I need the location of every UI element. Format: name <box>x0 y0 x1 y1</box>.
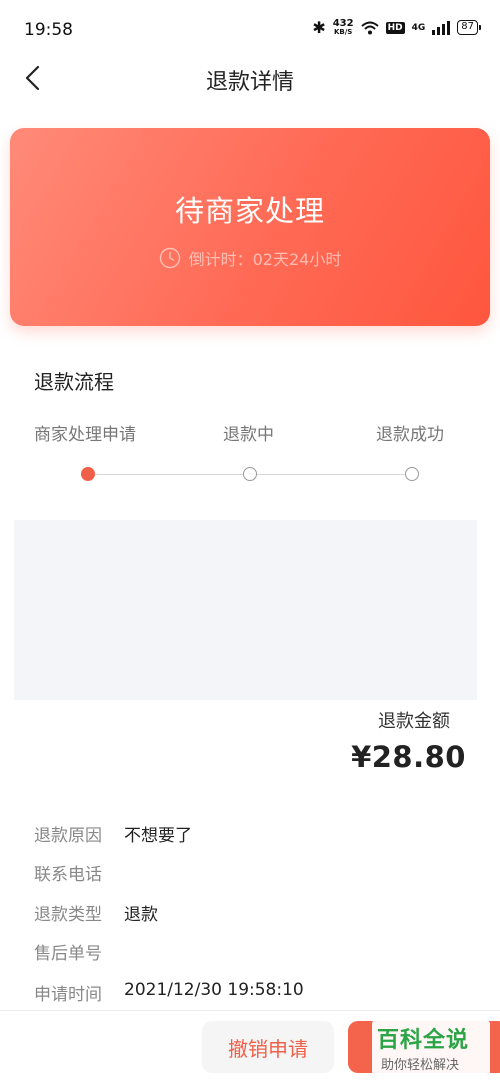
detail-row-apply-time: 申请时间 2021/12/30 19:58:10 <box>34 980 304 1005</box>
refund-status-card: 待商家处理 倒计时：02天24小时 <box>10 128 490 326</box>
step-dot-refunding <box>243 467 257 481</box>
detail-value: 退款 <box>124 905 158 925</box>
signal-icon <box>432 20 451 35</box>
detail-key: 联系电话 <box>34 865 102 885</box>
battery-icon: 87 <box>457 20 481 35</box>
watermark: 百科全说 助你轻松解决 <box>372 1020 490 1076</box>
countdown: 倒计时：02天24小时 <box>10 246 490 270</box>
page-title: 退款详情 <box>205 70 294 95</box>
detail-row-reason: 退款原因 不想要了 <box>34 821 192 846</box>
step-dot-merchant-processing <box>81 467 95 481</box>
network-type: 4G <box>411 22 426 33</box>
product-panel <box>14 520 477 700</box>
detail-key: 申请时间 <box>34 985 102 1005</box>
refund-flow-title: 退款流程 <box>34 370 114 394</box>
step-label-merchant-processing: 商家处理申请 <box>34 425 136 445</box>
battery-level: 87 <box>461 21 474 32</box>
step-label-refund-success: 退款成功 <box>376 425 444 445</box>
detail-value: 2021/12/30 19:58:10 <box>124 980 304 1000</box>
step-label-refunding: 退款中 <box>223 425 274 445</box>
detail-row-order-number: 售后单号 <box>34 939 124 964</box>
watermark-slogan: 助你轻松解决 <box>381 1058 460 1073</box>
detail-row-type: 退款类型 退款 <box>34 900 158 925</box>
detail-key: 退款类型 <box>34 905 102 925</box>
network-speed-value: 432 <box>332 17 354 29</box>
watermark-logo-text: 百科全说 <box>377 1028 470 1053</box>
nav-bar: 退款详情 <box>0 56 500 104</box>
cancel-request-button[interactable]: 撤销申请 <box>202 1021 334 1073</box>
refund-amount-label: 退款金额 <box>378 711 450 732</box>
detail-key: 售后单号 <box>34 944 102 964</box>
network-speed: 432 KB/S <box>332 17 354 37</box>
network-speed-unit: KB/S <box>333 27 353 36</box>
status-bar: 19:58 ✱ 432 KB/S HD 4G 87 <box>0 0 500 56</box>
wifi-icon <box>360 21 379 34</box>
detail-value: 不想要了 <box>124 826 192 846</box>
detail-key: 退款原因 <box>34 826 102 846</box>
hd-badge: HD <box>385 21 405 34</box>
refund-status-text: 待商家处理 <box>174 194 325 228</box>
refund-steps: 商家处理申请 退款中 退款成功 <box>0 416 500 492</box>
countdown-text: 倒计时：02天24小时 <box>188 250 342 269</box>
detail-row-phone: 联系电话 <box>34 860 124 885</box>
status-icons: ✱ 432 KB/S HD 4G 87 <box>312 17 481 37</box>
status-time: 19:58 <box>24 20 73 40</box>
step-dot-refund-success <box>405 467 419 481</box>
clock-icon <box>159 247 180 269</box>
refund-amount-value: ¥28.80 <box>351 740 466 774</box>
bluetooth-icon: ✱ <box>312 18 326 37</box>
